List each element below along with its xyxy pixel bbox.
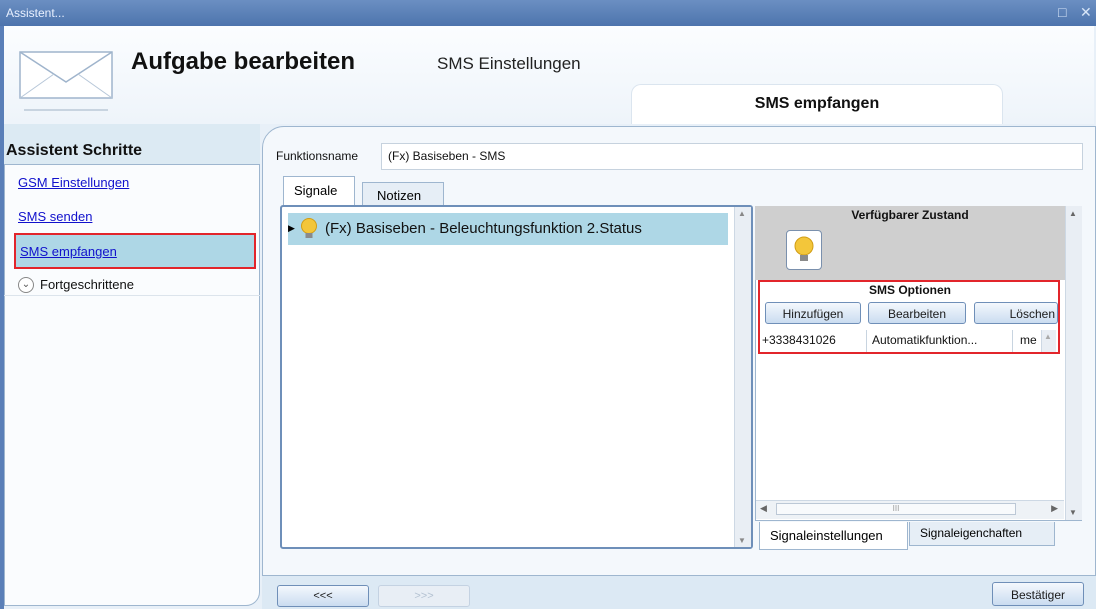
signal-list-row-selected[interactable]: ▶ (Fx) Basiseben - Beleuchtungsfunktion … <box>288 213 728 245</box>
sidebar-item-sms-send[interactable]: SMS senden <box>18 209 92 224</box>
forward-button[interactable]: >>> <box>378 585 470 607</box>
title-bar: Assistent... □ ✕ <box>0 0 1096 26</box>
scroll-down-icon[interactable]: ▼ <box>738 536 746 545</box>
scroll-up-icon[interactable]: ▲ <box>738 209 746 218</box>
header-active-tab-label: SMS empfangen <box>754 95 880 112</box>
options-scrollbar[interactable]: ▲ <box>1041 330 1056 352</box>
scroll-down-icon[interactable]: ▼ <box>1069 508 1077 517</box>
page-subtitle: SMS Einstellungen <box>437 54 581 73</box>
page-title: Aufgabe bearbeiten <box>131 48 356 75</box>
chevron-down-icon: ⌄ <box>18 277 34 293</box>
column-divider <box>866 330 867 352</box>
tab-signal-settings[interactable]: Signaleinstellungen <box>759 522 908 550</box>
tab-signal-properties[interactable]: Signaleigenchaften <box>909 522 1055 546</box>
close-icon[interactable]: ✕ <box>1080 4 1092 21</box>
signal-list-scrollbar[interactable]: ▲ ▼ <box>734 207 751 547</box>
sidebar-heading: Assistent Schritte <box>6 142 143 159</box>
sms-options-heading: SMS Optionen <box>869 283 951 297</box>
tab-signals[interactable]: Signale <box>283 176 355 206</box>
sms-option-function: Automatikfunktion... <box>872 333 978 347</box>
lightbulb-icon <box>793 236 815 264</box>
function-name-input[interactable]: (Fx) Basiseben - SMS <box>381 143 1083 170</box>
function-name-label: Funktionsname <box>276 149 359 163</box>
state-panel-hscrollbar[interactable]: ◀ III ▶ <box>756 500 1064 519</box>
scroll-right-icon[interactable]: ▶ <box>1051 503 1058 514</box>
tab-notes[interactable]: Notizen <box>362 182 444 206</box>
sidebar-item-sms-receive-label: SMS empfangen <box>20 244 117 259</box>
column-divider <box>1012 330 1013 352</box>
envelope-icon <box>14 44 118 114</box>
back-button[interactable]: <<< <box>277 585 369 607</box>
sms-option-extra: me <box>1020 333 1037 347</box>
sms-option-phone: +3338431026 <box>762 333 836 347</box>
sms-option-row[interactable]: +3338431026 Automatikfunktion... me <box>760 330 1041 352</box>
signal-label: (Fx) Basiseben - Beleuchtungsfunktion 2.… <box>325 220 642 237</box>
scroll-up-icon[interactable]: ▲ <box>1044 332 1052 341</box>
scroll-up-icon[interactable]: ▲ <box>1069 209 1077 218</box>
state-heading: Verfügbarer Zustand <box>851 208 969 222</box>
sidebar-item-gsm-settings[interactable]: GSM Einstellungen <box>18 175 129 190</box>
confirm-button[interactable]: Bestätiger <box>992 582 1084 606</box>
sidebar-item-advanced[interactable]: ⌄ Fortgeschrittene <box>18 276 248 296</box>
header-active-tab[interactable]: SMS empfangen <box>631 84 1003 124</box>
maximize-icon[interactable]: □ <box>1058 4 1066 20</box>
lightbulb-icon <box>298 217 320 241</box>
state-button[interactable] <box>786 230 822 270</box>
scroll-left-icon[interactable]: ◀ <box>760 503 767 514</box>
sidebar <box>4 124 260 606</box>
signal-list[interactable]: ▶ (Fx) Basiseben - Beleuchtungsfunktion … <box>280 205 753 549</box>
state-panel-scrollbar[interactable]: ▲ ▼ <box>1065 206 1082 520</box>
sidebar-item-sms-receive[interactable]: SMS empfangen <box>14 233 256 269</box>
edit-button[interactable]: Bearbeiten <box>868 302 966 324</box>
delete-button[interactable]: Löschen <box>974 302 1058 324</box>
scroll-thumb[interactable]: III <box>776 503 1016 515</box>
row-indicator-icon: ▶ <box>288 223 295 233</box>
sidebar-divider <box>4 164 260 165</box>
window-title: Assistent... <box>6 6 65 20</box>
sidebar-item-divider <box>4 295 260 296</box>
add-button[interactable]: Hinzufügen <box>765 302 861 324</box>
sidebar-item-advanced-label: Fortgeschrittene <box>40 277 134 292</box>
